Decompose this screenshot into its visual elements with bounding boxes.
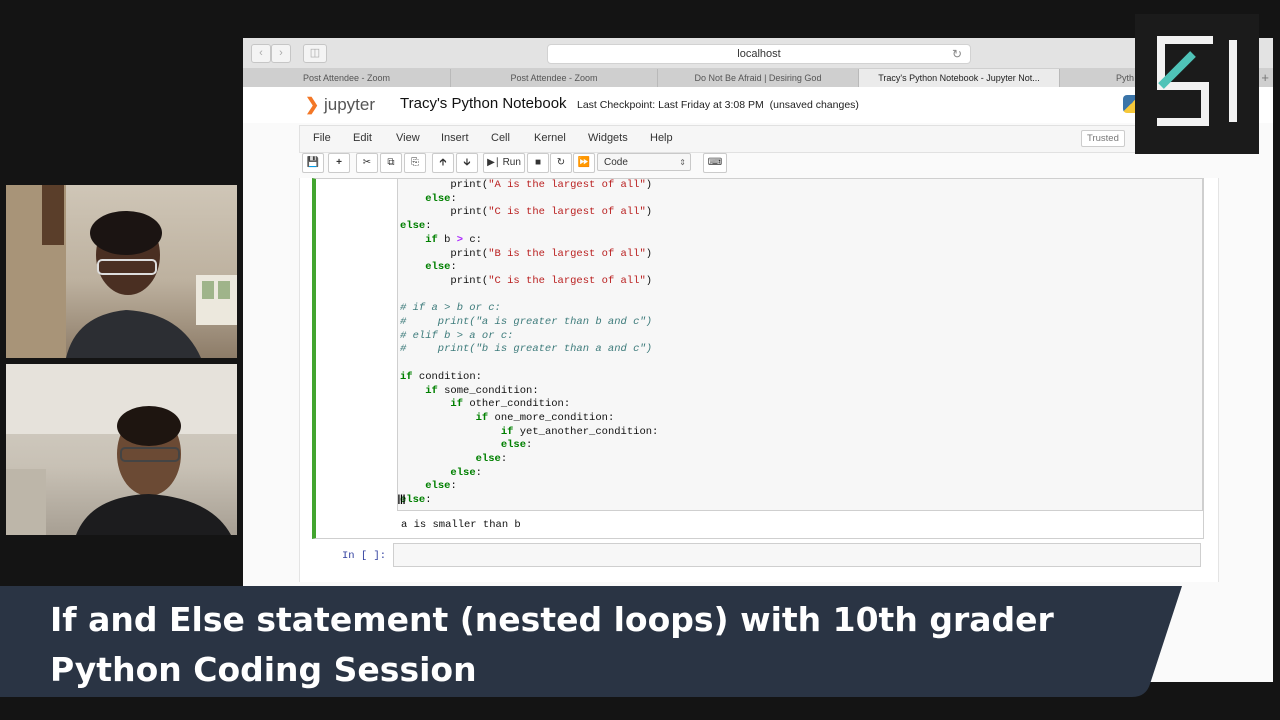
code-line: # print("a is greater than b and c") — [400, 316, 653, 328]
code-line: else: — [425, 480, 457, 493]
restart-icon[interactable]: ↻ — [550, 153, 572, 173]
code-line: # elif b > a or c: — [400, 329, 514, 342]
unsaved-indicator: (unsaved changes) — [769, 99, 859, 111]
code-line: if other_condition: — [450, 398, 571, 411]
menu-file[interactable]: File — [313, 132, 331, 144]
checkpoint-text: Last Checkpoint: Last Friday at 3:08 PM — [577, 99, 764, 111]
cell-output: a is smaller than b — [401, 519, 521, 531]
code-line: # print("b is greater than a and c") — [400, 343, 653, 356]
caption-line-1: If and Else statement (nested loops) wit… — [50, 600, 1054, 639]
code-line: print("C is the largest of all") — [400, 274, 653, 287]
sidebar-toggle-icon[interactable]: ◫ — [303, 44, 327, 63]
code-line: if condition: — [400, 370, 482, 383]
run-button[interactable]: ▶∣ Run — [483, 153, 525, 173]
add-cell-icon[interactable]: + — [328, 153, 350, 173]
code-cell-selected[interactable]: print("A is the largest of all") else: p… — [312, 178, 1204, 539]
run-icon: ▶∣ — [487, 157, 500, 168]
tab-label: Post Attendee - Zoom — [510, 73, 598, 83]
menu-cell[interactable]: Cell — [491, 132, 510, 144]
cell-type-value: Code — [604, 157, 628, 168]
notebook-toolbar: 💾 + ✂ ⧉ ⎘ 🡱 🡳 ▶∣ Run ■ ↻ ⏩ Code ⇕ ⌨ — [299, 153, 1219, 177]
tab-label: Do Not Be Afraid | Desiring God — [694, 73, 822, 83]
chevron-updown-icon: ⇕ — [679, 158, 686, 167]
new-tab-icon[interactable]: + — [1261, 69, 1269, 87]
jupyter-logo-icon: ❯ — [305, 95, 320, 114]
tab-desiring-god[interactable]: Do Not Be Afraid | Desiring God — [658, 69, 859, 87]
code-line: print("A is the largest of all") — [400, 179, 653, 191]
tab-jupyter-notebook[interactable]: Tracy's Python Notebook - Jupyter Not... — [859, 69, 1060, 87]
text-cursor-icon: Ⅲ — [397, 492, 406, 507]
reload-icon[interactable]: ↻ — [952, 45, 962, 63]
caption-line-2: Python Coding Session — [50, 650, 477, 689]
jupyter-logo[interactable]: ❯ jupyter — [305, 95, 375, 115]
menu-help[interactable]: Help — [650, 132, 673, 144]
participant-video-2[interactable] — [6, 364, 237, 535]
save-icon[interactable]: 💾 — [302, 153, 324, 173]
code-line: # if a > b or c: — [400, 302, 501, 315]
menu-bar: File Edit View Insert Cell Kernel Widget… — [299, 125, 1221, 153]
cut-icon[interactable]: ✂ — [356, 153, 378, 173]
channel-logo — [1135, 14, 1259, 154]
code-line: if some_condition: — [425, 384, 539, 397]
input-prompt: In [ ]: — [342, 550, 387, 562]
s-logo-icon — [1157, 36, 1237, 126]
code-line: else: — [475, 453, 508, 465]
paste-icon[interactable]: ⎘ — [404, 153, 426, 173]
run-label: Run — [502, 157, 521, 168]
address-bar[interactable]: localhost ↻ — [547, 44, 971, 64]
code-editor[interactable]: print("A is the largest of all") else: p… — [397, 179, 1203, 511]
move-up-icon[interactable]: 🡱 — [432, 153, 454, 173]
tab-post-attendee-1[interactable]: Post Attendee - Zoom — [243, 69, 451, 87]
tab-post-attendee-2[interactable]: Post Attendee - Zoom — [451, 69, 658, 87]
tab-label: Tracy's Python Notebook - Jupyter Not... — [878, 73, 1040, 83]
code-line: print("B is the largest of all") — [400, 247, 653, 260]
code-line: else: — [425, 192, 457, 205]
participant-video-1[interactable] — [6, 185, 237, 358]
menu-kernel[interactable]: Kernel — [534, 132, 566, 144]
notebook-title[interactable]: Tracy's Python Notebook — [400, 95, 567, 112]
forward-button[interactable]: › — [271, 44, 291, 63]
code-line: else: — [400, 220, 432, 233]
cell-type-select[interactable]: Code ⇕ — [597, 153, 691, 171]
address-text: localhost — [737, 48, 781, 60]
tab-label: Post Attendee - Zoom — [302, 73, 391, 83]
tab-strip: Post Attendee - Zoom Post Attendee - Zoo… — [243, 69, 1273, 87]
jupyter-header: ❯ jupyter Tracy's Python Notebook Last C… — [243, 87, 1273, 123]
checkpoint-status: Last Checkpoint: Last Friday at 3:08 PM … — [577, 99, 859, 111]
interrupt-icon[interactable]: ■ — [527, 153, 549, 173]
fast-forward-icon[interactable]: ⏩ — [573, 153, 595, 173]
menu-insert[interactable]: Insert — [441, 132, 469, 144]
menu-view[interactable]: View — [396, 132, 420, 144]
code-line: if b > c: — [425, 233, 482, 246]
move-down-icon[interactable]: 🡳 — [456, 153, 478, 173]
keyboard-icon[interactable]: ⌨ — [703, 153, 727, 173]
menu-widgets[interactable]: Widgets — [588, 132, 628, 144]
participant-1-image — [6, 185, 237, 358]
participant-2-image — [6, 364, 237, 535]
code-line: else: — [425, 261, 457, 274]
empty-code-cell[interactable] — [393, 543, 1201, 567]
tab-label: Pyth — [1116, 73, 1135, 83]
trusted-badge[interactable]: Trusted — [1081, 130, 1125, 147]
browser-toolbar: ‹ › ◫ localhost ↻ — [243, 38, 1273, 69]
code-line: else: — [450, 466, 482, 479]
jupyter-logo-text: jupyter — [323, 95, 376, 114]
menu-edit[interactable]: Edit — [353, 132, 372, 144]
code-line: if one_more_condition: — [475, 411, 615, 424]
code-line: else: — [500, 439, 533, 452]
code-line: if yet_another_condition: — [500, 425, 659, 438]
notebook-page: print("A is the largest of all") else: p… — [299, 178, 1219, 582]
code-line: print("C is the largest of all") — [400, 206, 653, 219]
video-caption: If and Else statement (nested loops) wit… — [50, 595, 1160, 695]
copy-icon[interactable]: ⧉ — [380, 153, 402, 173]
back-button[interactable]: ‹ — [251, 44, 271, 63]
